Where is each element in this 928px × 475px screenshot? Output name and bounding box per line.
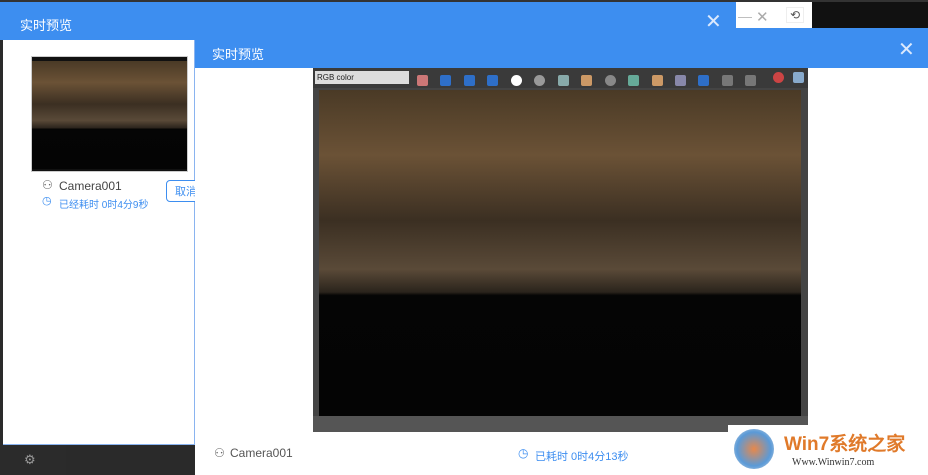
clock-icon: ◷ <box>42 195 52 207</box>
back-elapsed-time: 已经耗时 0时4分9秒 <box>59 200 149 211</box>
compare-b-icon[interactable] <box>745 75 757 87</box>
front-dialog-header: 实时预览 ✕ <box>195 28 928 68</box>
watermark-url: Www.Winwin7.com <box>792 457 875 468</box>
gear-icon[interactable]: ⚙ <box>24 452 36 468</box>
front-camera-name: Camera001 <box>230 446 293 460</box>
channel-select[interactable]: RGB color <box>315 71 409 84</box>
window-close-icon[interactable]: ✕ <box>756 8 769 26</box>
region-icon[interactable] <box>674 75 686 87</box>
clock-icon: ◷ <box>518 446 529 460</box>
track-icon[interactable] <box>651 75 663 87</box>
red-channel-icon[interactable] <box>440 75 452 87</box>
folder-icon[interactable] <box>581 75 593 87</box>
save-icon[interactable] <box>557 75 569 87</box>
front-dialog-body: RGB color ⚇ Camera001 ◷ 已耗时 0时4分13秒 <box>195 68 928 475</box>
thumbnail-preview[interactable] <box>31 56 188 172</box>
sidebar-bottom: ⚙ <box>0 445 66 475</box>
color-icon[interactable] <box>417 75 428 87</box>
alpha-icon[interactable] <box>510 75 522 87</box>
front-dialog-close-icon[interactable]: ✕ <box>898 40 915 60</box>
compare-a-icon[interactable] <box>721 75 733 87</box>
render-frame-window: RGB color <box>313 68 808 432</box>
lens-icon[interactable] <box>698 75 710 87</box>
render-image <box>319 90 801 416</box>
blue-channel-icon[interactable] <box>487 75 499 87</box>
camera-icon: ⚇ <box>42 178 53 192</box>
minimize-icon[interactable]: — <box>738 8 752 24</box>
front-elapsed-time: 已耗时 0时4分13秒 <box>535 451 629 463</box>
stop-icon[interactable] <box>773 72 784 83</box>
watermark-logo: Win7系统之家 Www.Winwin7.com <box>728 425 928 475</box>
camera-icon: ⚇ <box>214 446 225 460</box>
front-dialog-title: 实时预览 <box>212 47 265 62</box>
restore-icon[interactable]: ⟲ <box>786 7 805 23</box>
green-channel-icon[interactable] <box>463 75 475 87</box>
render-icon[interactable] <box>793 72 804 83</box>
copy-icon[interactable] <box>628 75 640 87</box>
dark-background <box>812 2 928 29</box>
back-dialog-body: ⚇ Camera001 ◷ 已经耗时 0时4分9秒 取消 <box>3 40 206 445</box>
watermark-brand: Win7系统之家 <box>784 434 906 455</box>
back-dialog-title: 实时预览 <box>20 18 73 33</box>
back-camera-name: Camera001 <box>59 179 122 193</box>
clear-icon[interactable] <box>604 75 616 87</box>
render-toolbar: RGB color <box>313 68 808 88</box>
windows-logo-icon <box>734 429 774 469</box>
mono-icon[interactable] <box>534 75 546 87</box>
window-controls: — ✕ ⟲ <box>736 2 812 29</box>
